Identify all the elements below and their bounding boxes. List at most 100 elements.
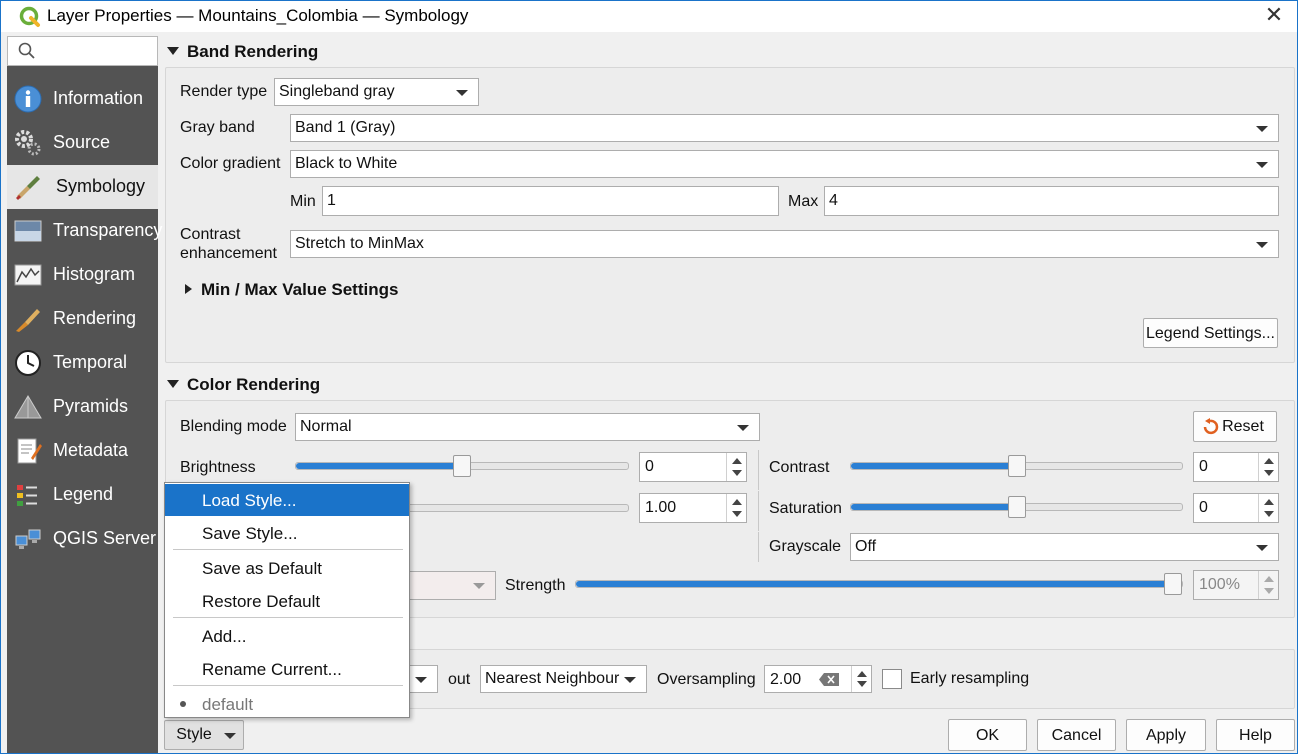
chevron-down-icon xyxy=(456,90,468,96)
brightness-label: Brightness xyxy=(180,459,256,476)
zoomed-in-resampling-select[interactable] xyxy=(406,665,438,693)
brightness-slider[interactable] xyxy=(295,455,629,477)
sidebar-item-label: Rendering xyxy=(53,308,137,328)
slider-handle[interactable] xyxy=(1008,496,1026,518)
reset-button[interactable]: Reset xyxy=(1193,411,1277,442)
menu-item-default-style[interactable]: default xyxy=(165,688,409,720)
chevron-down-icon xyxy=(737,425,749,431)
chevron-down-icon xyxy=(1256,126,1268,132)
sidebar-item-transparency[interactable]: Transparency xyxy=(7,209,162,253)
blending-mode-select[interactable]: Normal xyxy=(295,413,760,441)
contrast-enhancement-select[interactable]: Stretch to MinMax xyxy=(290,230,1279,258)
blending-mode-label: Blending mode xyxy=(180,418,287,435)
sidebar-item-label: Histogram xyxy=(53,264,136,284)
ok-button[interactable]: OK xyxy=(948,719,1027,751)
color-gradient-select[interactable]: Black to White xyxy=(290,150,1279,178)
sidebar-item-pyramids[interactable]: Pyramids xyxy=(7,385,158,429)
gamma-spinbox[interactable]: 1.00 xyxy=(639,493,747,523)
color-rendering-header[interactable]: Color Rendering xyxy=(167,375,320,395)
gamma-slider[interactable] xyxy=(406,504,629,512)
spin-up-icon[interactable] xyxy=(1264,576,1274,582)
spin-up-icon[interactable] xyxy=(732,499,742,505)
saturation-spinbox[interactable]: 0 xyxy=(1193,493,1279,523)
spin-down-icon[interactable] xyxy=(1264,588,1274,594)
zoomed-out-resampling-select[interactable]: Nearest Neighbour xyxy=(480,665,647,693)
sidebar-item-qgis-server[interactable]: QGIS Server xyxy=(7,517,158,561)
chevron-down-icon xyxy=(1256,545,1268,551)
temporal-icon xyxy=(15,350,41,376)
early-resampling-checkbox[interactable] xyxy=(882,669,902,689)
help-button[interactable]: Help xyxy=(1216,719,1295,751)
band-rendering-header[interactable]: Band Rendering xyxy=(167,42,318,62)
strength-slider[interactable] xyxy=(575,573,1183,595)
spin-up-icon[interactable] xyxy=(857,671,867,677)
apply-button[interactable]: Apply xyxy=(1126,719,1206,751)
contrast-slider[interactable] xyxy=(850,455,1183,477)
spin-down-icon[interactable] xyxy=(1264,511,1274,517)
spin-down-icon[interactable] xyxy=(732,511,742,517)
grayscale-select[interactable]: Off xyxy=(850,533,1279,561)
sidebar-item-label: QGIS Server xyxy=(53,528,157,548)
minmax-settings-toggle[interactable]: Min / Max Value Settings xyxy=(185,280,398,300)
zoomed-out-label: out xyxy=(448,671,471,688)
render-type-select[interactable]: Singleband gray xyxy=(274,78,479,106)
oversampling-spinbox[interactable]: 2.00 xyxy=(764,665,872,693)
clear-icon[interactable] xyxy=(819,673,839,686)
layer-properties-dialog: Layer Properties — Mountains_Colombia — … xyxy=(0,0,1298,754)
oversampling-label: Oversampling xyxy=(657,671,756,688)
strength-spinbox[interactable]: 100% xyxy=(1193,570,1279,600)
sidebar-item-source[interactable]: Source xyxy=(7,121,158,165)
min-input[interactable]: 1 xyxy=(322,186,779,216)
spin-down-icon[interactable] xyxy=(1264,470,1274,476)
colorize-color-button[interactable] xyxy=(406,571,496,600)
legend-settings-button[interactable]: Legend Settings... xyxy=(1143,318,1278,348)
bullet-icon xyxy=(180,701,186,707)
sidebar-item-temporal[interactable]: Temporal xyxy=(7,341,158,385)
chevron-down-icon xyxy=(224,733,236,739)
sidebar-item-rendering[interactable]: Rendering xyxy=(7,297,158,341)
max-input[interactable]: 4 xyxy=(824,186,1279,216)
slider-handle[interactable] xyxy=(1164,573,1182,595)
spin-up-icon[interactable] xyxy=(1264,458,1274,464)
slider-handle[interactable] xyxy=(1008,455,1026,477)
gray-band-select[interactable]: Band 1 (Gray) xyxy=(290,114,1279,142)
sidebar-item-information[interactable]: Information xyxy=(7,77,158,121)
menu-item-rename-current[interactable]: Rename Current... xyxy=(165,653,409,685)
title-bar: Layer Properties — Mountains_Colombia — … xyxy=(1,1,1297,32)
cancel-button[interactable]: Cancel xyxy=(1037,719,1116,751)
menu-item-restore-default[interactable]: Restore Default xyxy=(165,585,409,617)
contrast-enhancement-label-line2: enhancement xyxy=(180,245,277,262)
sidebar-item-symbology[interactable]: Symbology xyxy=(7,165,158,209)
spin-up-icon[interactable] xyxy=(1264,499,1274,505)
contrast-spinbox[interactable]: 0 xyxy=(1193,452,1279,482)
brightness-spinbox[interactable]: 0 xyxy=(639,452,747,482)
contrast-label: Contrast xyxy=(769,459,830,476)
strength-label: Strength xyxy=(505,577,566,594)
max-label: Max xyxy=(788,193,819,210)
sidebar-search-input[interactable] xyxy=(7,36,158,66)
menu-item-save-style[interactable]: Save Style... xyxy=(165,517,409,549)
grayscale-label: Grayscale xyxy=(769,538,842,555)
saturation-slider[interactable] xyxy=(850,496,1183,518)
menu-item-load-style[interactable]: Load Style... xyxy=(165,484,409,516)
divider xyxy=(758,450,759,490)
divider xyxy=(758,532,759,562)
sidebar-item-legend[interactable]: Legend xyxy=(7,473,158,517)
search-icon xyxy=(18,42,35,59)
menu-separator xyxy=(173,685,403,686)
slider-handle[interactable] xyxy=(453,455,471,477)
sidebar-item-metadata[interactable]: Metadata xyxy=(7,429,158,473)
spin-down-icon[interactable] xyxy=(857,681,867,687)
menu-separator xyxy=(173,617,403,618)
close-icon[interactable]: ✕ xyxy=(1263,3,1285,27)
spin-up-icon[interactable] xyxy=(732,458,742,464)
source-icon xyxy=(15,130,41,156)
spin-down-icon[interactable] xyxy=(732,470,742,476)
chevron-down-icon xyxy=(473,583,485,589)
style-button[interactable]: Style xyxy=(164,720,244,750)
menu-item-save-as-default[interactable]: Save as Default xyxy=(165,552,409,584)
sidebar-item-histogram[interactable]: Histogram xyxy=(7,253,158,297)
histogram-icon xyxy=(14,264,42,286)
transparency-icon xyxy=(14,220,42,242)
menu-item-add[interactable]: Add... xyxy=(165,620,409,652)
